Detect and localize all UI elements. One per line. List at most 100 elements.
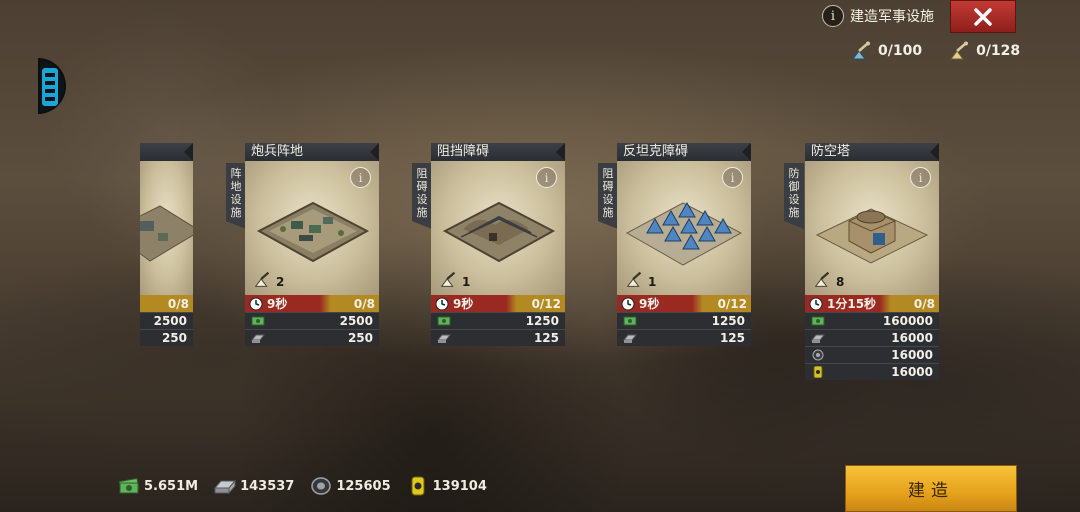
building-card-antitank-obstacle[interactable]: 反坦克障碍 i 1 9秒 0/12 1250 125: [617, 143, 751, 346]
card-cost-row: 16000: [805, 346, 939, 363]
category-tab-2: 阻碍设施: [598, 163, 618, 229]
card-timer-row: 9秒 0/12: [431, 295, 565, 312]
side-menu-tab[interactable]: [38, 58, 66, 114]
building-card-antiair-tower[interactable]: 防空塔 i 8 1分15秒 0/8 160000 16000 16000 160…: [805, 143, 939, 380]
card-slot-count: 1: [625, 269, 656, 289]
capacity-counter-yellow: 0/128: [948, 40, 1020, 62]
shovel-yellow-icon: [950, 41, 969, 60]
shovel-icon: [440, 271, 456, 287]
partial-building-card[interactable]: 0/8 2500 250: [140, 143, 193, 346]
building-card-artillery[interactable]: 炮兵阵地 i 2 9秒 0/8 2500 250: [245, 143, 379, 346]
info-icon[interactable]: i: [822, 5, 844, 27]
antitank-building-graphic: [625, 201, 743, 266]
steel-icon: [811, 334, 825, 343]
card-cost-row: 125: [617, 329, 751, 346]
oil-icon: [813, 366, 823, 378]
card-build-count: 0/12: [531, 296, 561, 311]
steel-icon: [214, 479, 237, 495]
card-cost-value: 16000: [891, 331, 933, 345]
resource-oil-value: 139104: [432, 478, 487, 494]
clock-icon: [249, 297, 263, 310]
capacity-yellow-value: 0/128: [976, 43, 1021, 59]
resource-cash-value: 5.651M: [144, 478, 199, 494]
capacity-blue-value: 0/100: [878, 43, 923, 59]
card-title: 阻挡障碍: [431, 143, 565, 161]
partial-count: 0/8: [167, 296, 189, 311]
card-title: 防空塔: [805, 143, 939, 161]
shovel-icon: [814, 271, 830, 287]
emblem-icon: [42, 68, 58, 106]
clock-icon: [621, 297, 635, 310]
cash-icon: [118, 477, 140, 494]
build-button[interactable]: 建造: [845, 465, 1017, 512]
clock-icon: [809, 297, 823, 310]
card-build-time: 9秒: [453, 297, 474, 311]
card-cost-value: 1250: [525, 314, 559, 328]
card-build-count: 0/12: [717, 296, 747, 311]
card-timer-row: 9秒 0/12: [617, 295, 751, 312]
card-cost-value: 16000: [891, 365, 933, 379]
header-title-group: i 建造军事设施: [822, 5, 934, 27]
resource-cash: 5.651M: [118, 476, 198, 496]
shovel-blue-icon: [852, 41, 870, 60]
partial-building-graphic: [140, 205, 193, 262]
capacity-counter-blue: 0/100: [850, 40, 922, 62]
card-slot-count: 1: [439, 269, 470, 289]
building-card-blocking-obstacle[interactable]: 阻挡障碍 i 1 9秒 0/12 1250 125: [431, 143, 565, 346]
partial-timer-row: 0/8: [140, 295, 193, 312]
card-image: i 1: [617, 161, 751, 295]
cash-icon: [811, 316, 825, 326]
card-build-time: 9秒: [267, 297, 288, 311]
resource-oil: 139104: [407, 476, 487, 496]
cash-icon: [251, 316, 265, 326]
card-cost-row: 16000: [805, 363, 939, 380]
category-tab-1: 阻碍设施: [412, 163, 432, 229]
partial-cost-cash: 2500: [153, 314, 187, 328]
steel-icon: [251, 334, 265, 343]
obstacle-building-graphic: [442, 201, 556, 263]
antiair-building-graphic: [815, 208, 929, 264]
card-cost-value: 160000: [882, 314, 933, 328]
close-icon: [974, 7, 992, 26]
card-slot-value: 1: [648, 275, 657, 289]
steel-icon: [623, 334, 637, 343]
steel-icon: [437, 334, 451, 343]
card-build-time: 1分15秒: [827, 297, 877, 311]
resource-rubber: 125605: [310, 476, 391, 496]
card-cost-value: 250: [347, 331, 373, 345]
resource-steel-value: 143537: [240, 478, 295, 494]
card-cost-row: 250: [245, 329, 379, 346]
rubber-icon: [812, 349, 824, 361]
category-tab-0: 阵地设施: [226, 163, 246, 229]
shovel-icon: [254, 271, 270, 287]
card-cost-value: 1250: [711, 314, 745, 328]
card-cost-row: 16000: [805, 329, 939, 346]
card-title: 反坦克障碍: [617, 143, 751, 161]
cash-icon: [623, 316, 637, 326]
card-cost-value: 16000: [891, 348, 933, 362]
resource-steel: 143537: [214, 476, 294, 496]
card-slot-value: 8: [836, 275, 845, 289]
page-title: 建造军事设施: [850, 9, 934, 25]
card-image: i 2: [245, 161, 379, 295]
category-tab-3: 防御设施: [784, 163, 804, 229]
partial-cost-row-steel: 250: [140, 329, 193, 346]
partial-cost-steel: 250: [161, 331, 187, 345]
rubber-icon: [311, 477, 332, 495]
partial-cost-row-cash: 2500: [140, 312, 193, 329]
close-button[interactable]: [950, 0, 1016, 33]
card-cost-row: 160000: [805, 312, 939, 329]
oil-icon: [411, 476, 425, 496]
card-slot-value: 2: [276, 275, 285, 289]
card-build-time: 9秒: [639, 297, 660, 311]
card-build-count: 0/8: [353, 296, 375, 311]
cash-icon: [437, 316, 451, 326]
card-slot-count: 8: [813, 269, 844, 289]
artillery-building-graphic: [256, 201, 370, 263]
card-cost-row: 2500: [245, 312, 379, 329]
card-cost-row: 1250: [617, 312, 751, 329]
shovel-icon: [626, 271, 642, 287]
card-timer-row: 9秒 0/8: [245, 295, 379, 312]
card-cost-row: 1250: [431, 312, 565, 329]
card-cost-row: 125: [431, 329, 565, 346]
